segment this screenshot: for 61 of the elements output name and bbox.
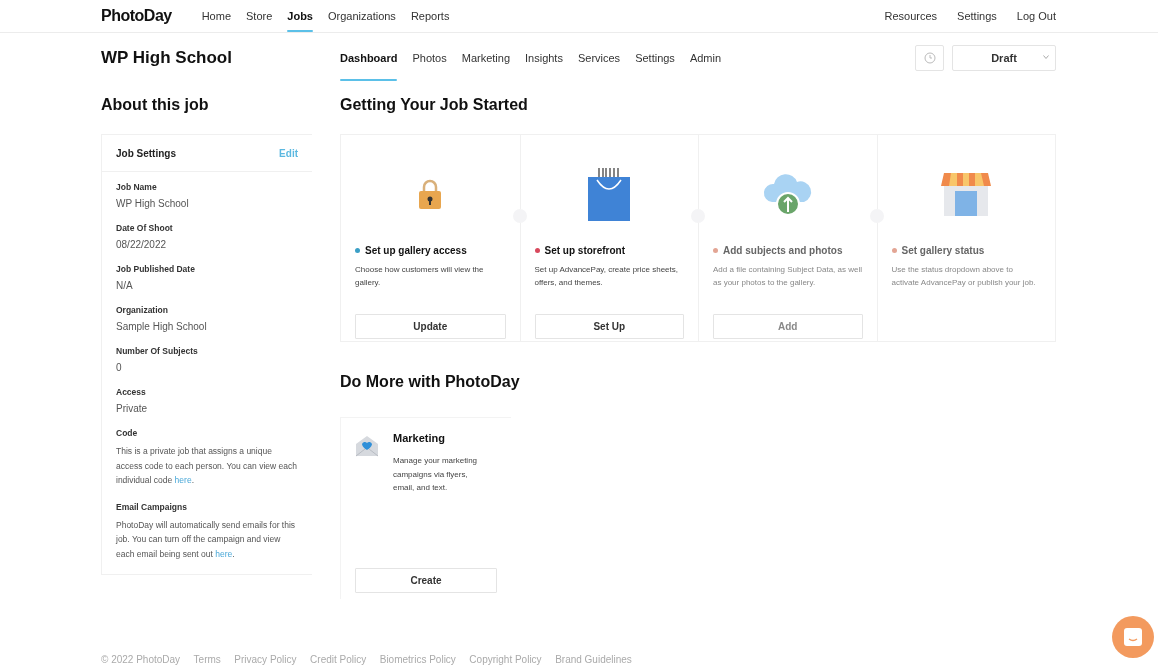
field-value: 08/22/2022 [116, 239, 168, 250]
photoday-logo[interactable]: PhotoDay [101, 7, 172, 25]
field-value: N/A [116, 280, 134, 291]
chat-bubble-icon [1123, 627, 1143, 647]
section-heading: Getting Your Job Started [340, 95, 529, 115]
field-label: Email Campaigns [116, 501, 188, 512]
chevron-down-icon [1043, 55, 1049, 59]
storefront-icon [941, 171, 992, 217]
step-description: Add a file containing Subject Data, as well as your photos to the gallery. [713, 264, 863, 289]
padlock-icon [418, 178, 443, 210]
field-value: Sample High School [116, 321, 208, 332]
tab[interactable]: Services [577, 35, 621, 81]
shopping-bag-icon [587, 166, 632, 222]
copyright-text: © 2022 PhotoDay [101, 654, 181, 665]
field-label: Number Of Subjects [116, 346, 199, 356]
nav-link[interactable]: Home [201, 0, 231, 32]
clock-icon [923, 52, 936, 64]
tab[interactable]: Photos [412, 35, 447, 81]
field-label: Code [116, 428, 139, 438]
field-label: Access [116, 387, 147, 397]
step-description: Set up AdvancePay, create price sheets, offers, and themes. [534, 264, 679, 289]
nav-link[interactable]: Reports [410, 0, 450, 32]
job-title: WP High School [101, 48, 233, 68]
envelope-heart-icon [355, 435, 379, 457]
step-description: Use the status dropdown above to activate AdvancePay or publish your job. [891, 264, 1037, 289]
nav-link[interactable]: Jobs [287, 0, 313, 32]
field-value: WP High School [116, 198, 190, 209]
tab[interactable]: Settings [635, 35, 675, 81]
step-title: Set up storefront [544, 245, 626, 256]
create-button[interactable]: Create [355, 568, 497, 593]
step-title: Set gallery status [901, 245, 985, 256]
nav-link[interactable]: Settings [957, 0, 997, 32]
field-description: PhotoDay will automatically send emails for this job. You can turn off the campaign and view each email being sent out here. [116, 518, 297, 561]
field-value: Private [116, 403, 149, 414]
chat-button[interactable] [1112, 616, 1154, 658]
card-title: Job Settings [116, 147, 176, 159]
field-label: Organization [116, 305, 169, 315]
step-title: Add subjects and photos [723, 245, 843, 256]
status-dropdown[interactable]: Draft [952, 45, 1056, 71]
step-description: Choose how customers will view the gallery. [355, 264, 485, 289]
field-value: 0 [116, 362, 123, 373]
step-button[interactable]: Update [355, 314, 506, 339]
history-button[interactable] [915, 45, 944, 71]
step-title: Set up gallery access [365, 245, 467, 256]
nav-link[interactable]: Log Out [1016, 0, 1056, 32]
tab[interactable]: Admin [689, 35, 722, 81]
field-label: Job Published Date [116, 264, 196, 274]
section-heading: About this job [101, 95, 210, 115]
tab[interactable]: Dashboard [340, 35, 398, 81]
field-label: Job Name [116, 182, 158, 192]
tab[interactable]: Marketing [461, 35, 510, 81]
nav-link[interactable]: Store [246, 0, 273, 32]
nav-link[interactable]: Organizations [328, 0, 396, 32]
card-title: Marketing [393, 432, 446, 444]
tab[interactable]: Insights [525, 35, 563, 81]
nav-link[interactable]: Resources [884, 0, 938, 32]
field-label: Date Of Shoot [116, 223, 174, 233]
section-heading: Do More with PhotoDay [340, 372, 521, 392]
field-description: This is a private job that assigns a unique access code to each person. You can view each individual code here. [116, 445, 298, 487]
card-description: Manage your marketing campaigns via flyers, email, and text. [393, 455, 479, 494]
step-button[interactable]: Set Up [534, 314, 684, 339]
